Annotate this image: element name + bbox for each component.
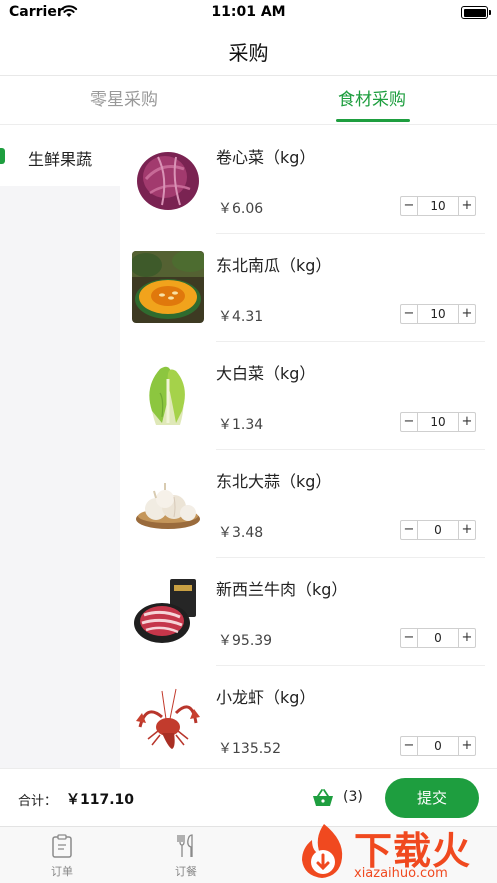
increase-button[interactable]: + (458, 412, 476, 432)
fork-knife-icon (177, 834, 193, 857)
increase-button[interactable]: + (458, 520, 476, 540)
tab-orders[interactable]: 订单 (12, 827, 112, 883)
product-row: 东北南瓜（kg） ￥4.31 − 10 + (120, 234, 497, 342)
quantity-stepper: − 0 + (400, 628, 476, 648)
garlic-image (132, 467, 204, 539)
product-price: ￥1.34 (218, 417, 264, 433)
clipboard-icon (52, 834, 72, 858)
flame-icon (302, 824, 343, 878)
basket-icon[interactable] (312, 789, 334, 807)
quantity-stepper: − 0 + (400, 736, 476, 756)
quantity-stepper: − 10 + (400, 196, 476, 216)
quantity-stepper: − 10 + (400, 412, 476, 432)
tab-label: 订餐 (175, 865, 197, 878)
tab-meal-order[interactable]: 订餐 (136, 827, 236, 883)
watermark-logo: 下载火 xiazaihuo.com (294, 818, 494, 883)
beef-image (132, 575, 204, 647)
quantity-input[interactable]: 10 (418, 304, 458, 324)
product-price: ￥95.39 (218, 633, 273, 649)
product-row: 大白菜（kg） ￥1.34 − 10 + (120, 342, 497, 450)
submit-button[interactable]: 提交 (385, 778, 479, 818)
product-price: ￥3.48 (218, 525, 264, 541)
active-tab-indicator (336, 119, 410, 122)
product-row: 东北大蒜（kg） ￥3.48 − 0 + (120, 450, 497, 558)
status-bar: Carrier 11:01 AM (0, 0, 497, 26)
product-name: 卷心菜（kg） (216, 148, 316, 167)
page-title: 采购 (228, 41, 269, 65)
quantity-stepper: − 0 + (400, 520, 476, 540)
total-label: 合计： (18, 794, 58, 809)
tab-ingredient-purchase[interactable]: 食材采购 (248, 77, 496, 125)
navigation-bar: 采购 (0, 26, 497, 76)
increase-button[interactable]: + (458, 196, 476, 216)
product-price: ￥6.06 (218, 201, 264, 217)
quantity-input[interactable]: 0 (418, 520, 458, 540)
decrease-button[interactable]: − (400, 304, 418, 324)
red-cabbage-image (132, 143, 204, 215)
crayfish-image (132, 683, 204, 755)
product-name: 东北南瓜（kg） (216, 256, 332, 275)
quantity-input[interactable]: 0 (418, 628, 458, 648)
increase-button[interactable]: + (458, 628, 476, 648)
pumpkin-image (132, 251, 204, 323)
quantity-input[interactable]: 10 (418, 412, 458, 432)
quantity-input[interactable]: 0 (418, 736, 458, 756)
decrease-button[interactable]: − (400, 196, 418, 216)
battery-icon (461, 6, 491, 19)
product-name: 大白菜（kg） (216, 364, 316, 383)
product-name: 小龙虾（kg） (216, 688, 316, 707)
tab-misc-purchase[interactable]: 零星采购 (0, 77, 248, 125)
watermark-url: xiazaihuo.com (354, 866, 448, 881)
clock-time: 11:01 AM (211, 4, 286, 20)
basket-count: (3) (343, 789, 363, 805)
product-list: 卷心菜（kg） ￥6.06 − 10 + 东北南瓜（kg） ￥4.31 − 10… (120, 126, 497, 768)
product-name: 东北大蒜（kg） (216, 472, 332, 491)
category-fresh-produce[interactable]: 生鲜果蔬 (0, 126, 120, 186)
total-amount: ￥117.10 (66, 792, 135, 808)
product-price: ￥135.52 (218, 741, 281, 757)
active-category-marker (0, 148, 5, 164)
quantity-input[interactable]: 10 (418, 196, 458, 216)
product-row: 新西兰牛肉（kg） ￥95.39 − 0 + (120, 558, 497, 666)
decrease-button[interactable]: − (400, 412, 418, 432)
napa-cabbage-image (132, 359, 204, 431)
increase-button[interactable]: + (458, 736, 476, 756)
decrease-button[interactable]: − (400, 520, 418, 540)
category-label: 生鲜果蔬 (28, 150, 93, 169)
tab-label: 订单 (51, 865, 73, 878)
product-row: 小龙虾（kg） ￥135.52 − 0 + (120, 666, 497, 768)
decrease-button[interactable]: − (400, 736, 418, 756)
product-row: 卷心菜（kg） ￥6.06 − 10 + (120, 126, 497, 234)
increase-button[interactable]: + (458, 304, 476, 324)
category-sidebar: 生鲜果蔬 (0, 126, 120, 768)
decrease-button[interactable]: − (400, 628, 418, 648)
purchase-tabs: 零星采购 食材采购 (0, 77, 497, 125)
product-price: ￥4.31 (218, 309, 264, 325)
quantity-stepper: − 10 + (400, 304, 476, 324)
product-name: 新西兰牛肉（kg） (216, 580, 348, 599)
